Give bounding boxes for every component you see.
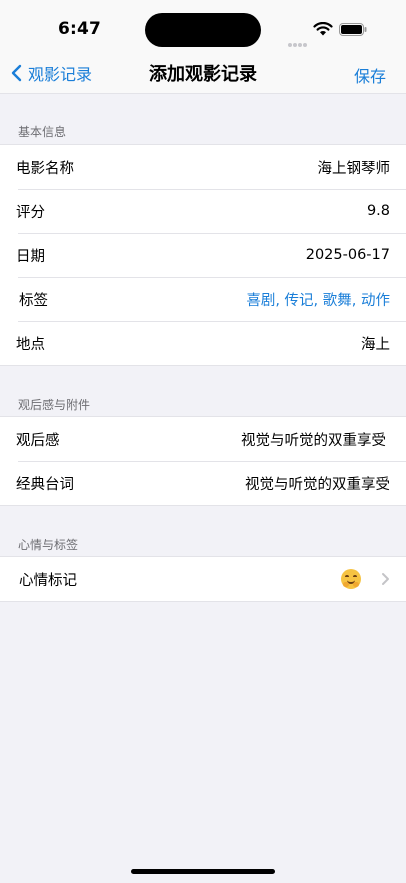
save-button[interactable]: 保存: [354, 63, 386, 87]
dynamic-island: [145, 13, 261, 47]
mood-row[interactable]: 心情标记: [0, 557, 406, 601]
movie-name-row[interactable]: 电影名称 海上钢琴师: [0, 145, 406, 189]
section-header-mood: 心情与标签: [18, 538, 79, 552]
status-bar: 6:47: [0, 0, 406, 56]
rating-value: 9.8: [366, 203, 390, 219]
movie-name-value: 海上钢琴师: [317, 160, 391, 177]
mood-value: [341, 569, 390, 589]
row-label: 电影名称: [16, 160, 74, 177]
page-title: 添加观影记录: [149, 64, 257, 85]
hugging-face-emoji-icon: [341, 569, 361, 589]
status-time: 6:47: [58, 19, 102, 39]
review-row[interactable]: 观后感 视觉与听觉的双重享受: [0, 417, 406, 461]
section-header-basic-info: 基本信息: [18, 125, 67, 139]
chevron-right-icon: [382, 573, 389, 585]
row-label: 标签: [19, 292, 48, 309]
quote-value: 视觉与听觉的双重享受: [245, 476, 390, 493]
section-header-review: 观后感与附件: [18, 398, 91, 412]
basic-info-group: 电影名称 海上钢琴师 评分 9.8 日期 2025-06-17 标签 喜剧, 传…: [0, 144, 406, 366]
row-label: 评分: [16, 204, 45, 221]
date-value: 2025-06-17: [305, 247, 390, 263]
mood-group: 心情标记: [0, 556, 406, 602]
row-label: 观后感: [16, 432, 60, 449]
quote-row[interactable]: 经典台词 视觉与听觉的双重享受: [0, 461, 406, 505]
review-group: 观后感 视觉与听觉的双重享受 经典台词 视觉与听觉的双重享受: [0, 416, 406, 506]
location-value: 海上: [361, 336, 390, 353]
review-value: 视觉与听觉的双重享受: [241, 432, 386, 449]
cellular-signal-icon: [288, 32, 308, 51]
wifi-icon: [313, 22, 333, 36]
battery-icon: [339, 23, 367, 36]
home-indicator: [131, 869, 275, 874]
row-label: 日期: [16, 248, 45, 265]
row-label: 经典台词: [16, 476, 74, 493]
rating-row[interactable]: 评分 9.8: [0, 189, 406, 233]
date-row[interactable]: 日期 2025-06-17: [0, 233, 406, 277]
tags-value[interactable]: 喜剧, 传记, 歌舞, 动作: [246, 289, 390, 310]
row-label: 地点: [16, 336, 45, 353]
navigation-bar: 观影记录 添加观影记录 保存: [0, 56, 406, 94]
location-row[interactable]: 地点 海上: [0, 321, 406, 365]
tags-row[interactable]: 标签 喜剧, 传记, 歌舞, 动作: [0, 277, 406, 321]
row-label: 心情标记: [19, 572, 77, 589]
